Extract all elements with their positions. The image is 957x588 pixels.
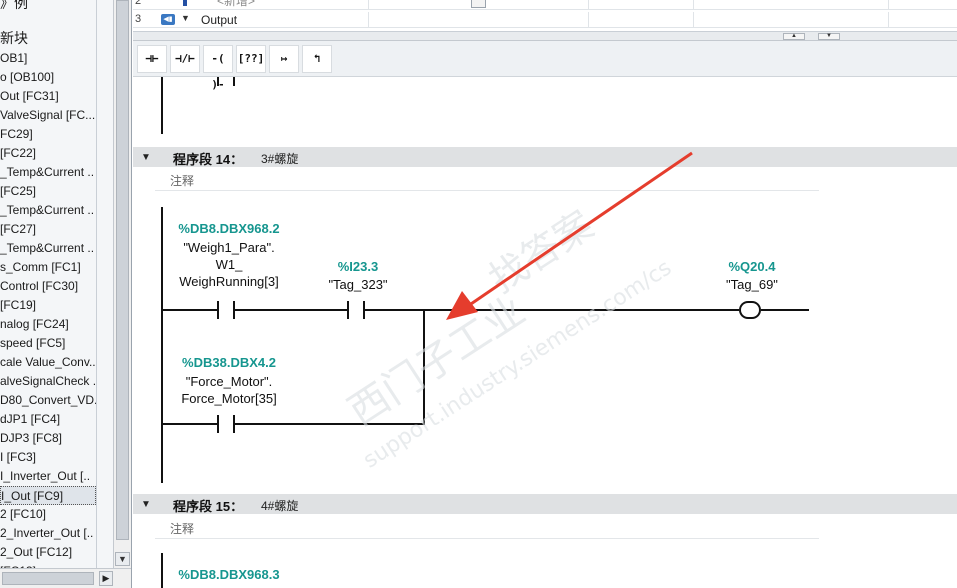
contact-partial[interactable]: [217, 77, 235, 86]
comment-text: 注释: [170, 174, 195, 188]
empty-box-button[interactable]: [??]: [236, 45, 266, 73]
scroll-right-button[interactable]: ▶: [99, 571, 113, 586]
network-area: ▼ 程序段 14： 3#螺旋 注释 %DB8.DBX968.2 "Weigh1_…: [133, 77, 957, 588]
project-tree: 》例新块 OB1] o [OB100] Out [FC31] ValveSignal […: [0, 0, 132, 588]
operand-address[interactable]: %DB38.DBX4.2: [169, 355, 289, 370]
operand-address[interactable]: %Q20.4: [707, 259, 797, 274]
output-coil[interactable]: [739, 301, 761, 319]
no-contact[interactable]: [217, 301, 235, 319]
power-rail: [161, 77, 163, 134]
tree-block-item[interactable]: o [OB100]: [0, 68, 96, 87]
no-contact[interactable]: [347, 301, 365, 319]
out-param-icon: ◀▮: [161, 14, 175, 25]
datatype-picker-button[interactable]: [471, 0, 486, 8]
nc-contact-button[interactable]: ⊣/⊢: [170, 45, 200, 73]
operand-symbol[interactable]: W1_: [159, 256, 299, 273]
tree-block-item[interactable]: [FC22]: [0, 144, 96, 163]
tree-block-item[interactable]: D80_Convert_VD..: [0, 391, 96, 410]
interface-row-output[interactable]: 3 ◀▮ ▼ Output: [133, 12, 957, 28]
splitter-up-button[interactable]: ▲: [783, 33, 805, 40]
collapse-arrow-icon[interactable]: ▼: [181, 13, 190, 23]
tree-block-item[interactable]: speed [FC5]: [0, 334, 96, 353]
tree-block-item[interactable]: 2_Out [FC12]: [0, 543, 96, 562]
comment-text: 注释: [170, 522, 195, 536]
branch-wire: [161, 423, 217, 425]
tree-block-item[interactable]: I_Inverter_Out [..: [0, 467, 96, 486]
tree-group-label[interactable]: 》例: [0, 0, 96, 13]
branch-wire: [235, 423, 425, 425]
operand-address[interactable]: %DB8.DBX968.2: [169, 221, 289, 236]
add-new-entry[interactable]: <新增>: [217, 0, 255, 9]
scroll-down-button[interactable]: ▼: [115, 552, 130, 566]
tree-block-item[interactable]: 2_Inverter_Out [..: [0, 524, 96, 543]
network-number: 程序段 15：: [173, 499, 244, 514]
no-contact-button[interactable]: ⊣⊢: [137, 45, 167, 73]
network-comment[interactable]: 注释: [155, 517, 819, 539]
operand-symbol[interactable]: "Weigh1_Para".: [159, 239, 299, 256]
tree-block-item[interactable]: [FC19]: [0, 296, 96, 315]
row-number: 3: [135, 13, 142, 25]
rung-wire: [761, 309, 809, 311]
tree-block-item[interactable]: [FC25]: [0, 182, 96, 201]
open-branch-button[interactable]: ↦: [269, 45, 299, 73]
network-title[interactable]: 3#螺旋: [261, 150, 298, 167]
tree-block-item[interactable]: cale Value_Conv..: [0, 353, 96, 372]
rung-wire: [161, 309, 217, 311]
network-number: 程序段 14：: [173, 152, 244, 167]
branch-close-wire: [423, 309, 425, 425]
operand-symbol[interactable]: "Tag_69": [707, 276, 797, 293]
ladder-editor: 2 <新增> 3 ◀▮ ▼ Output ▲ ▼ ⊣⊢ ⊣/⊢ -( )- [?…: [133, 0, 957, 588]
tree-block-item[interactable]: I [FC3]: [0, 448, 96, 467]
tree-block-item[interactable]: DJP3 [FC8]: [0, 429, 96, 448]
tree-group-label[interactable]: 新块: [0, 29, 96, 48]
interface-splitter[interactable]: ▲ ▼: [133, 32, 957, 41]
network-header[interactable]: ▼ 程序段 15： 4#螺旋: [133, 494, 957, 514]
coil-button[interactable]: -( )-: [203, 45, 233, 91]
collapse-network-icon[interactable]: ▼: [141, 152, 151, 163]
section-name: Output: [201, 13, 238, 27]
tree-divider: [96, 0, 97, 568]
network-header[interactable]: ▼ 程序段 14： 3#螺旋: [133, 147, 957, 167]
tree-block-item[interactable]: nalog [FC24]: [0, 315, 96, 334]
operand-address[interactable]: %I23.3: [313, 259, 403, 274]
tree-block-item[interactable]: Out [FC31]: [0, 87, 96, 106]
rung-wire: [365, 309, 739, 311]
operand-symbol[interactable]: "Force_Motor".: [159, 373, 299, 390]
ladder-toolbar: ⊣⊢ ⊣/⊢ -( )- [??] ↦ ↰: [133, 41, 957, 91]
operand-symbol[interactable]: "Tag_323": [309, 276, 407, 293]
tree-block-item[interactable]: OB1]: [0, 49, 96, 68]
interface-row-new[interactable]: 2 <新增>: [133, 0, 957, 10]
tree-block-item[interactable]: alveSignalCheck ..: [0, 372, 96, 391]
tree-block-item[interactable]: _Temp&Current ..: [0, 163, 96, 182]
tree-block-item[interactable]: _Temp&Current ..: [0, 201, 96, 220]
block-interface-table: 2 <新增> 3 ◀▮ ▼ Output: [133, 0, 957, 32]
operand-address[interactable]: %DB8.DBX968.3: [169, 567, 289, 582]
power-rail: [161, 553, 163, 588]
splitter-down-button[interactable]: ▼: [818, 33, 840, 40]
tree-horizontal-scrollbar[interactable]: ▶: [0, 568, 131, 588]
operand-symbol[interactable]: WeighRunning[3]: [159, 273, 299, 290]
tree-block-item[interactable]: FC29]: [0, 125, 96, 144]
tree-block-item[interactable]: [FC27]: [0, 220, 96, 239]
no-contact[interactable]: [217, 415, 235, 433]
rung-wire: [235, 309, 347, 311]
operand-symbol[interactable]: Force_Motor[35]: [159, 390, 299, 407]
tree-block-item[interactable]: Control [FC30]: [0, 277, 96, 296]
row-number: 2: [135, 0, 142, 7]
tree-hscroll-thumb[interactable]: [2, 572, 94, 585]
tree-vertical-scrollbar[interactable]: ▼: [113, 0, 131, 568]
network-comment[interactable]: 注释: [155, 169, 819, 191]
tree-block-item[interactable]: s_Comm [FC1]: [0, 258, 96, 277]
tree-block-item[interactable]: 2 [FC10]: [0, 505, 96, 524]
close-branch-button[interactable]: ↰: [302, 45, 332, 73]
tree-block-item[interactable]: I_Out [FC9]: [0, 486, 96, 505]
tree-block-item[interactable]: _Temp&Current ..: [0, 239, 96, 258]
collapse-network-icon[interactable]: ▼: [141, 499, 151, 510]
tree-block-item[interactable]: ValveSignal [FC...: [0, 106, 96, 125]
tree-block-item[interactable]: dJP1 [FC4]: [0, 410, 96, 429]
network-title[interactable]: 4#螺旋: [261, 497, 298, 514]
tree-scroll-thumb[interactable]: [116, 0, 129, 540]
